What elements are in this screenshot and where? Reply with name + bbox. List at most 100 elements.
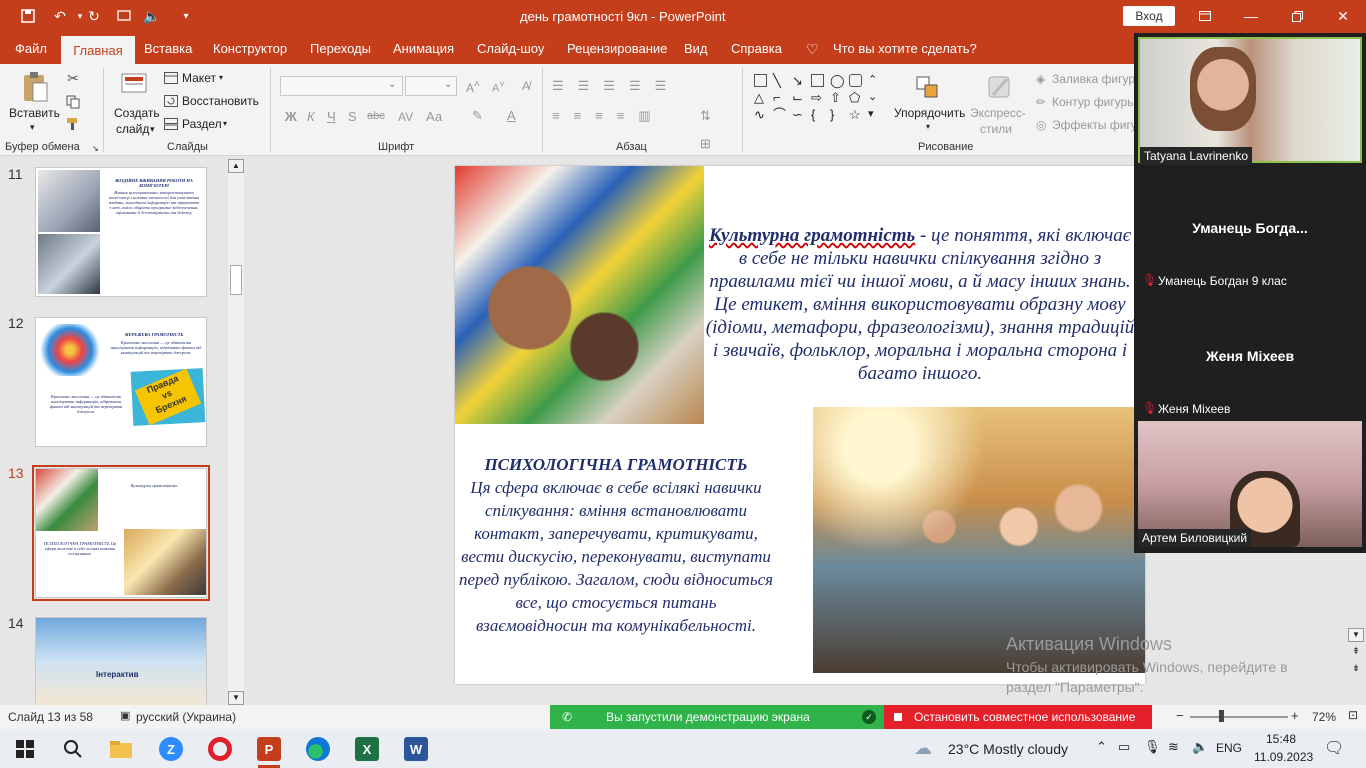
quick-styles-label-2[interactable]: стили (980, 122, 1012, 136)
scroll-up-icon[interactable]: ▲ (228, 159, 244, 173)
scroll-down-icon[interactable]: ▼ (228, 691, 244, 705)
redo-icon[interactable]: ↻ (84, 6, 104, 26)
paste-dropdown-icon[interactable]: ▾ (30, 122, 35, 133)
spellcheck-icon[interactable]: ▣ (120, 709, 130, 722)
weather-status[interactable]: 23°C Mostly cloudy (948, 741, 1068, 757)
volume-icon[interactable]: 🔈 (142, 6, 162, 26)
font-name-input[interactable] (280, 76, 403, 96)
fit-slide-icon[interactable]: ⊡ (1348, 708, 1358, 722)
layout-icon[interactable] (164, 72, 178, 84)
tell-me-search[interactable]: Что вы хотите сделать? (833, 41, 977, 56)
battery-icon[interactable]: ▭ (1118, 739, 1130, 755)
tab-animations[interactable]: Анимация (393, 41, 454, 56)
list-buttons-icon[interactable]: ☰☰☰☰☰ (552, 78, 680, 94)
italic-button[interactable]: К (307, 109, 315, 124)
excel-icon[interactable]: X (350, 733, 384, 765)
windows-start-icon[interactable] (8, 733, 42, 765)
tab-help[interactable]: Справка (731, 41, 782, 56)
strikethrough-button[interactable]: abc (367, 110, 385, 122)
shadow-button[interactable]: S (348, 109, 357, 124)
scroll-thumb[interactable] (230, 265, 242, 295)
slide-canvas[interactable]: Культурна грамотність - це поняття, які … (455, 166, 1145, 684)
powerpoint-icon[interactable]: P (252, 733, 286, 765)
reset-button[interactable]: Восстановить (182, 94, 259, 108)
format-painter-icon[interactable] (64, 116, 82, 132)
zoom-slider[interactable] (1190, 716, 1288, 718)
highlight-icon[interactable]: ✎ (472, 108, 483, 124)
font-name-dropdown-icon[interactable]: ⌄ (388, 79, 396, 90)
decrease-font-icon[interactable]: A˅ (492, 79, 505, 95)
brace-right-shape-icon[interactable]: } (830, 108, 847, 121)
clock-date[interactable]: 11.09.2023 (1254, 750, 1313, 764)
gallery-more-icon[interactable]: ▾ (868, 108, 885, 121)
ribbon-display-icon[interactable] (1190, 6, 1220, 26)
layout-dropdown-icon[interactable]: ▾ (219, 73, 223, 82)
up-arrow-shape-icon[interactable]: ⇧ (830, 91, 847, 104)
section-button[interactable]: Раздел (182, 117, 222, 131)
clipboard-launcher-icon[interactable]: ↘ (92, 144, 99, 153)
layout-button[interactable]: Макет (182, 71, 216, 85)
quick-styles-label-1[interactable]: Экспресс- (970, 106, 1026, 120)
tab-review[interactable]: Рецензирование (567, 41, 667, 56)
quick-styles-icon[interactable] (984, 72, 1016, 102)
save-icon[interactable] (18, 6, 38, 26)
slide-thumbnail-14[interactable]: Інтерактив (35, 617, 207, 705)
zoom-level[interactable]: 72% (1312, 710, 1336, 724)
tab-design[interactable]: Конструктор (213, 41, 287, 56)
copy-icon[interactable] (64, 94, 82, 110)
elbow-shape-icon[interactable]: ⌙ (792, 91, 809, 104)
signin-button[interactable]: Вход (1123, 6, 1175, 26)
edge-icon[interactable] (301, 733, 335, 765)
curve-shape-icon[interactable]: ∿ (754, 108, 771, 121)
shape-fill-button[interactable]: Заливка фигуры (1052, 72, 1144, 86)
smartart-icon[interactable]: ⊞ (700, 136, 711, 152)
shape-outline-icon[interactable]: ✏ (1036, 95, 1046, 109)
change-case-button[interactable]: Аа (426, 109, 442, 124)
paste-icon[interactable] (20, 70, 50, 106)
zoom-slider-thumb[interactable] (1219, 710, 1224, 722)
close-icon[interactable]: ✕ (1328, 6, 1358, 26)
text-direction-icon[interactable]: ⇅ (700, 108, 711, 124)
shapes-gallery[interactable]: ╲ ↘ ◯ ⌃ △ ⌐ ⌙ ⇨ ⇧ ⬠ ⌄ ∿ ⌒ ∽ { } ☆ ▾ (752, 72, 888, 134)
tab-insert[interactable]: Вставка (144, 41, 192, 56)
shape-effects-icon[interactable]: ◎ (1036, 118, 1046, 132)
tab-home[interactable]: Главная (61, 36, 135, 64)
tab-transitions[interactable]: Переходы (310, 41, 371, 56)
search-icon[interactable] (56, 733, 90, 765)
tab-slideshow[interactable]: Слайд-шоу (477, 41, 544, 56)
gallery-up-icon[interactable]: ⌃ (868, 74, 885, 87)
new-slide-icon[interactable] (118, 70, 150, 104)
participant-video-artem[interactable]: Артем Биловицкий (1138, 421, 1362, 547)
clear-format-icon[interactable]: A̸ (522, 79, 530, 93)
rectangle-shape-icon[interactable] (811, 74, 824, 87)
font-color-icon[interactable]: A (507, 108, 516, 123)
increase-font-icon[interactable]: A˄ (466, 79, 480, 95)
paste-label[interactable]: Вставить (9, 106, 60, 120)
arrange-icon[interactable] (912, 72, 942, 102)
next-slide-icon[interactable]: ⇟ (1348, 662, 1364, 676)
right-arrow-shape-icon[interactable]: ⇨ (811, 91, 828, 104)
freeform-shape-icon[interactable]: ∽ (792, 108, 809, 121)
star-shape-icon[interactable]: ☆ (849, 108, 866, 121)
tray-expand-icon[interactable]: ⌃ (1096, 739, 1107, 755)
char-spacing-icon[interactable]: AV (398, 110, 413, 124)
line-shape-icon[interactable]: ╲ (773, 74, 790, 87)
arc-shape-icon[interactable]: ⌒ (773, 108, 790, 121)
new-slide-dropdown-icon[interactable]: ▾ (150, 124, 155, 135)
prev-slide-icon[interactable]: ⇞ (1348, 645, 1364, 659)
clock-time[interactable]: 15:48 (1266, 732, 1296, 746)
section-dropdown-icon[interactable]: ▾ (223, 119, 227, 128)
customize-icon[interactable]: ▾ (176, 6, 196, 26)
undo-icon[interactable]: ↶ (50, 6, 70, 26)
new-slide-label-1[interactable]: Создать (114, 106, 160, 120)
font-size-dropdown-icon[interactable]: ⌄ (444, 79, 452, 90)
arrow-shape-icon[interactable]: ↘ (792, 74, 809, 87)
tab-view[interactable]: Вид (684, 41, 708, 56)
slide-thumbnail-11[interactable]: ВОЗДІЙНЕ ВЖИВАННЯ РОБОТИ НА КОМП'ЮТЕРІ В… (35, 167, 207, 297)
tab-file[interactable]: Файл (15, 41, 47, 56)
minimize-icon[interactable]: — (1236, 6, 1266, 26)
brace-left-shape-icon[interactable]: { (811, 108, 828, 121)
gallery-down-icon[interactable]: ⌄ (868, 91, 885, 104)
maximize-icon[interactable] (1282, 6, 1312, 26)
zoom-app-icon[interactable]: Z (154, 733, 188, 765)
